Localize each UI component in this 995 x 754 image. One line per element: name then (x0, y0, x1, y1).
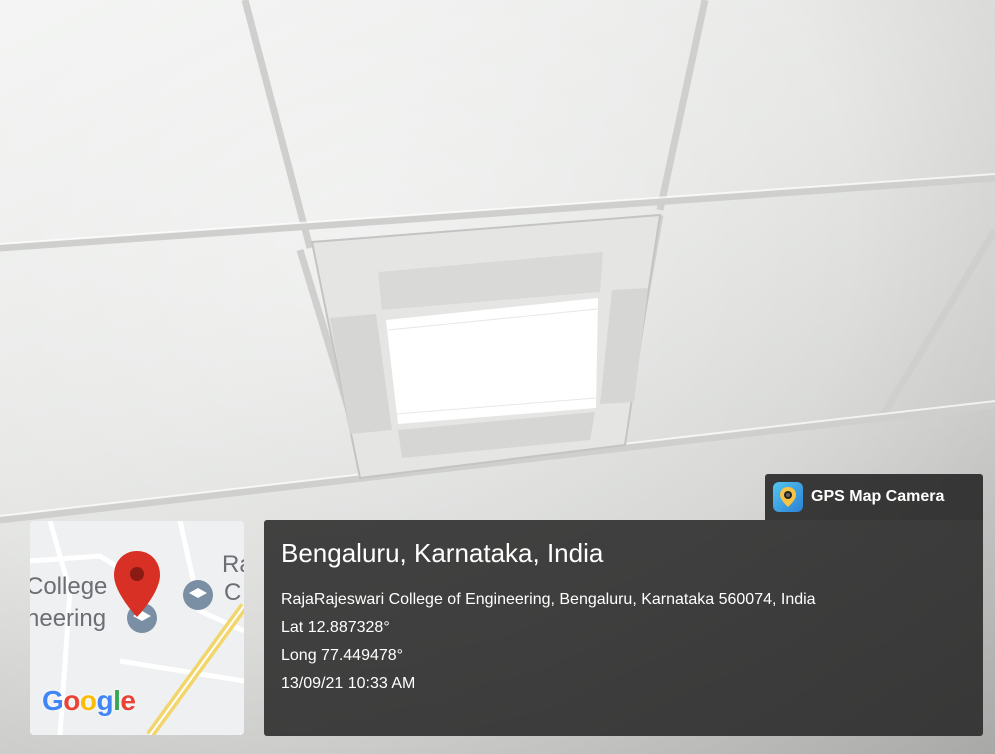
school-marker-icon (183, 580, 213, 610)
map-label-c: C (224, 579, 242, 606)
longitude-line: Long 77.449478° (281, 647, 404, 664)
datetime-line: 13/09/21 10:33 AM (281, 675, 416, 692)
latitude-line: Lat 12.887328° (281, 619, 390, 636)
location-info-panel: Bengaluru, Karnataka, India RajaRajeswar… (264, 520, 983, 736)
gps-camera-app-icon (773, 482, 803, 512)
address-line: RajaRajeswari College of Engineering, Be… (281, 591, 816, 608)
gps-camera-brand: GPS Map Camera (765, 474, 983, 520)
gps-camera-brand-label: GPS Map Camera (811, 488, 945, 505)
google-logo: Google (42, 685, 136, 716)
map-label-college: College (30, 573, 108, 600)
light-glow (386, 298, 598, 424)
map-label-engineering: neering (30, 605, 107, 632)
place-name: Bengaluru, Karnataka, India (281, 538, 604, 568)
map-label-ra: Ra (222, 551, 244, 578)
map-thumbnail: College neering Ra C Google (30, 521, 244, 735)
